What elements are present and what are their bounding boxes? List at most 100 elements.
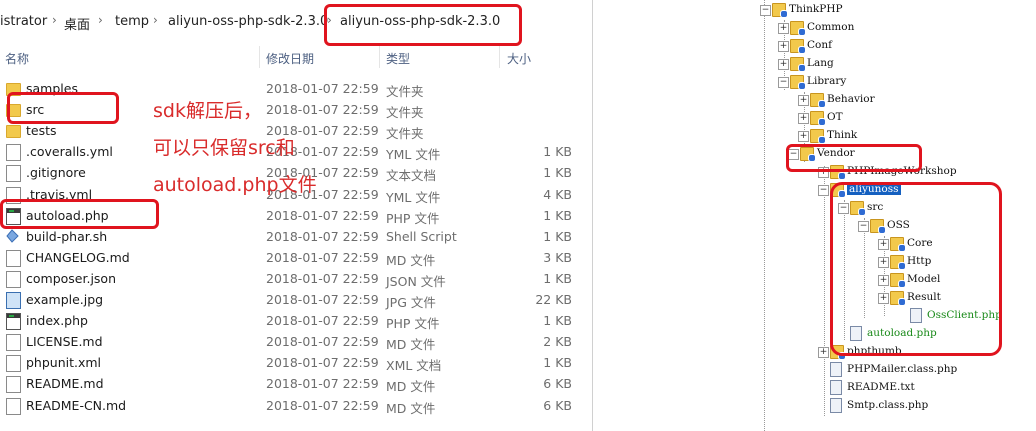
- package-badge-icon: [798, 64, 806, 72]
- file-type: 文件夹: [386, 105, 424, 121]
- file-size: 1 KB: [543, 165, 572, 181]
- file-row[interactable]: CHANGELOG.md 2018-01-07 22:59 MD 文件 3 KB: [0, 247, 592, 268]
- package-badge-icon: [818, 118, 826, 126]
- file-type: XML 文档: [386, 358, 442, 374]
- tree-node-label: README.txt: [847, 381, 915, 393]
- file-date: 2018-01-07 22:59: [266, 102, 379, 118]
- file-type: YML 文件: [386, 147, 441, 163]
- annotation-box-vendor: [786, 144, 922, 172]
- column-header-name[interactable]: 名称: [5, 50, 29, 67]
- column-divider[interactable]: [379, 46, 380, 68]
- document-icon: [6, 165, 21, 183]
- file-name: LICENSE.md: [26, 334, 103, 350]
- annotation-box-breadcrumb: [324, 4, 522, 46]
- file-type: MD 文件: [386, 337, 436, 353]
- file-size: 1 KB: [543, 228, 572, 244]
- annotation-text-line-1: sdk解压后，: [153, 100, 262, 122]
- file-date: 2018-01-07 22:59: [266, 313, 379, 329]
- breadcrumb-item-sdk-parent[interactable]: aliyun-oss-php-sdk-2.3.0: [168, 14, 328, 29]
- column-header-date[interactable]: 修改日期: [266, 50, 314, 67]
- column-header-type[interactable]: 类型: [386, 50, 410, 67]
- expand-toggle-icon[interactable]: +: [778, 59, 789, 70]
- column-divider[interactable]: [259, 46, 260, 68]
- tree-guide-line: [824, 166, 825, 416]
- annotation-box-aliyunoss: [830, 182, 1002, 356]
- file-icon: [830, 362, 842, 377]
- file-icon: [830, 380, 842, 395]
- file-explorer: istrator › 桌面 › temp › aliyun-oss-php-sd…: [0, 0, 592, 431]
- expand-toggle-icon[interactable]: +: [798, 95, 809, 106]
- file-name: index.php: [26, 313, 88, 329]
- file-name: build-phar.sh: [26, 228, 108, 244]
- document-icon: [6, 355, 21, 373]
- file-size: 1 KB: [543, 144, 572, 160]
- file-type: MD 文件: [386, 379, 436, 395]
- file-type: MD 文件: [386, 252, 436, 268]
- expand-toggle-icon[interactable]: +: [798, 113, 809, 124]
- file-row[interactable]: README-CN.md 2018-01-07 22:59 MD 文件 6 KB: [0, 395, 592, 416]
- tree-node-label: ThinkPHP: [789, 3, 843, 15]
- file-name: README-CN.md: [26, 397, 127, 413]
- file-type: JSON 文件: [386, 273, 446, 289]
- file-row[interactable]: phpunit.xml 2018-01-07 22:59 XML 文档 1 KB: [0, 352, 592, 373]
- file-type: JPG 文件: [386, 295, 436, 310]
- file-type: Shell Script: [386, 228, 457, 244]
- file-type: 文件夹: [386, 84, 424, 99]
- document-icon: [6, 249, 21, 267]
- annotation-text-line-3: autoload.php文件: [153, 174, 317, 196]
- file-row[interactable]: .coveralls.yml 2018-01-07 22:59 YML 文件 1 KB: [0, 141, 592, 162]
- file-date: 2018-01-07 22:59: [266, 81, 379, 96]
- file-name: CHANGELOG.md: [26, 249, 130, 265]
- collapse-toggle-icon[interactable]: −: [818, 185, 829, 196]
- package-badge-icon: [818, 136, 826, 144]
- file-date: 2018-01-07 22:59: [266, 292, 379, 307]
- file-type: 文件夹: [386, 126, 424, 142]
- file-size: 6 KB: [543, 397, 572, 413]
- package-badge-icon: [798, 46, 806, 54]
- file-row[interactable]: LICENSE.md 2018-01-07 22:59 MD 文件 2 KB: [0, 331, 592, 352]
- collapse-toggle-icon[interactable]: −: [760, 5, 771, 16]
- file-name: README.md: [26, 376, 104, 392]
- file-date: 2018-01-07 22:59: [266, 334, 379, 350]
- file-name: phpunit.xml: [26, 355, 102, 371]
- file-row[interactable]: composer.json 2018-01-07 22:59 JSON 文件 1 KB: [0, 268, 592, 289]
- file-row[interactable]: example.jpg 2018-01-07 22:59 JPG 文件 22 KB: [0, 289, 592, 310]
- tree-node-label: PHPMailer.class.php: [847, 363, 958, 375]
- file-size: 3 KB: [543, 249, 572, 265]
- file-type: MD 文件: [386, 400, 436, 416]
- project-tree: − ThinkPHP + Common + Conf + Lang − Library + Behav…: [760, 0, 1036, 431]
- annotation-text-line-2: 可以只保留src和: [153, 137, 295, 159]
- expand-toggle-icon[interactable]: +: [778, 41, 789, 52]
- document-icon: [6, 334, 21, 352]
- chevron-right-icon: ›: [153, 13, 158, 27]
- panel-divider: [592, 0, 593, 431]
- expand-toggle-icon[interactable]: +: [798, 131, 809, 142]
- file-date: 2018-01-07 22:59: [266, 355, 379, 371]
- file-row[interactable]: index.php 2018-01-07 22:59 PHP 文件 1 KB: [0, 310, 592, 331]
- tree-node-label: Conf: [807, 39, 833, 51]
- file-date: 2018-01-07 22:59: [266, 249, 379, 265]
- shell-script-icon: [6, 228, 19, 244]
- expand-toggle-icon[interactable]: +: [818, 347, 829, 358]
- php-file-icon: [6, 313, 21, 331]
- file-size: 22 KB: [535, 292, 572, 307]
- file-name: .coveralls.yml: [26, 144, 113, 160]
- file-size: 1 KB: [543, 207, 572, 223]
- expand-toggle-icon[interactable]: +: [778, 23, 789, 34]
- file-row[interactable]: README.md 2018-01-07 22:59 MD 文件 6 KB: [0, 373, 592, 394]
- file-size: 1 KB: [543, 270, 572, 286]
- folder-icon: [6, 125, 21, 139]
- breadcrumb-item-desktop[interactable]: 桌面: [64, 14, 90, 33]
- chevron-right-icon: ›: [52, 13, 57, 27]
- column-divider[interactable]: [499, 46, 500, 68]
- tree-node-label: Behavior: [827, 93, 875, 105]
- package-badge-icon: [798, 28, 806, 36]
- package-badge-icon: [780, 10, 788, 18]
- breadcrumb-item-administrator[interactable]: istrator: [0, 14, 47, 29]
- column-header-size[interactable]: 大小: [507, 50, 531, 67]
- tree-node-label: Library: [807, 75, 847, 87]
- annotation-box-autoload: [0, 199, 159, 229]
- collapse-toggle-icon[interactable]: −: [778, 77, 789, 88]
- file-name: composer.json: [26, 270, 117, 286]
- breadcrumb-item-temp[interactable]: temp: [115, 14, 149, 29]
